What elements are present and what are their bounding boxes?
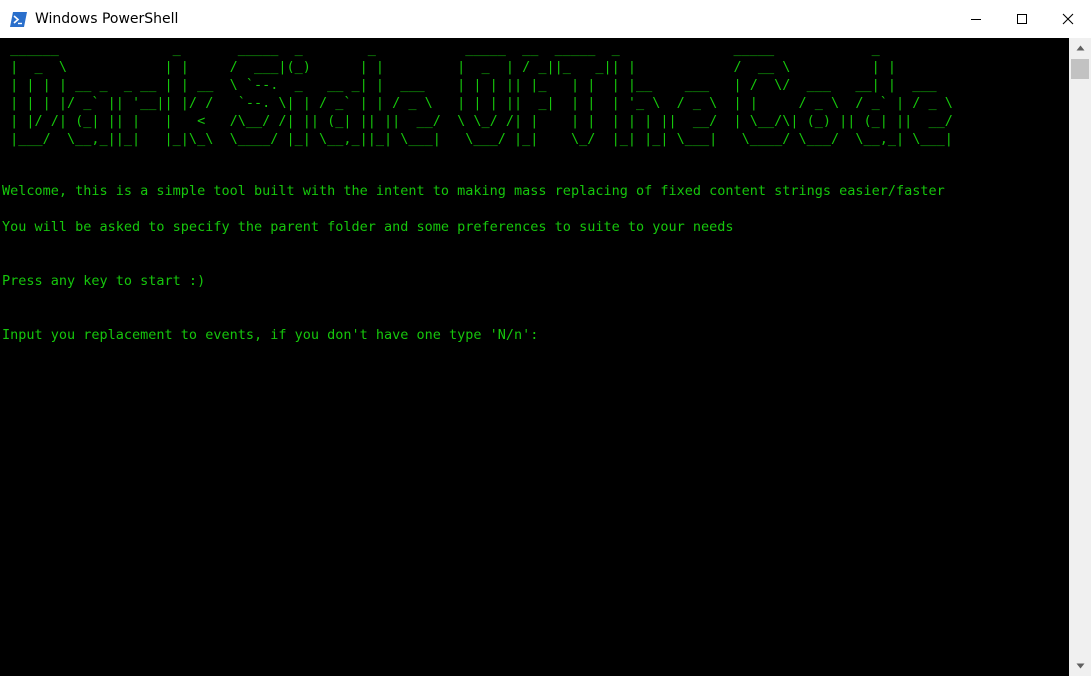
press-key-message: Press any key to start :): [2, 273, 206, 289]
powershell-window: Windows PowerShell ______ _ _____ _ _ __…: [0, 0, 1091, 676]
close-icon: [1062, 13, 1074, 25]
vertical-scrollbar[interactable]: [1069, 38, 1091, 676]
minimize-icon: [971, 19, 981, 20]
powershell-icon[interactable]: [10, 11, 27, 27]
console-output[interactable]: ______ _ _____ _ _ _____ __ _____ _ ____…: [0, 38, 1069, 676]
welcome-message: Welcome, this is a simple tool built wit…: [2, 183, 945, 199]
window-controls: [953, 0, 1091, 38]
banner-line: | |/ /| (_| || | | < /\__/ /| || (_| || …: [2, 113, 953, 129]
close-button[interactable]: [1045, 0, 1091, 38]
maximize-button[interactable]: [999, 0, 1045, 38]
banner-line: ______ _ _____ _ _ _____ __ _____ _ ____…: [2, 41, 888, 57]
window-title: Windows PowerShell: [35, 11, 179, 27]
scroll-up-button[interactable]: [1069, 38, 1091, 58]
banner-line: | | | |/ _` || '__|| |/ / `--. \| | / _`…: [2, 95, 953, 111]
banner-line: |___/ \__,_||_| |_|\_\ \____/ |_| \__,_|…: [2, 131, 953, 147]
banner-line: | | | | __ _ _ __ | | __ \ `--. _ __ _| …: [2, 77, 945, 93]
scroll-thumb[interactable]: [1071, 59, 1089, 79]
scroll-down-arrow-icon: [1076, 663, 1084, 669]
minimize-button[interactable]: [953, 0, 999, 38]
maximize-icon: [1017, 14, 1027, 24]
banner-line: | _ \ | | / ___|(_) | | | _ | / _||_ _||…: [2, 59, 897, 75]
instructions-message: You will be asked to specify the parent …: [2, 219, 734, 235]
scroll-up-arrow-icon: [1076, 45, 1084, 51]
scroll-down-button[interactable]: [1069, 656, 1091, 676]
title-bar[interactable]: Windows PowerShell: [0, 0, 1091, 38]
input-prompt[interactable]: Input you replacement to events, if you …: [2, 326, 538, 344]
